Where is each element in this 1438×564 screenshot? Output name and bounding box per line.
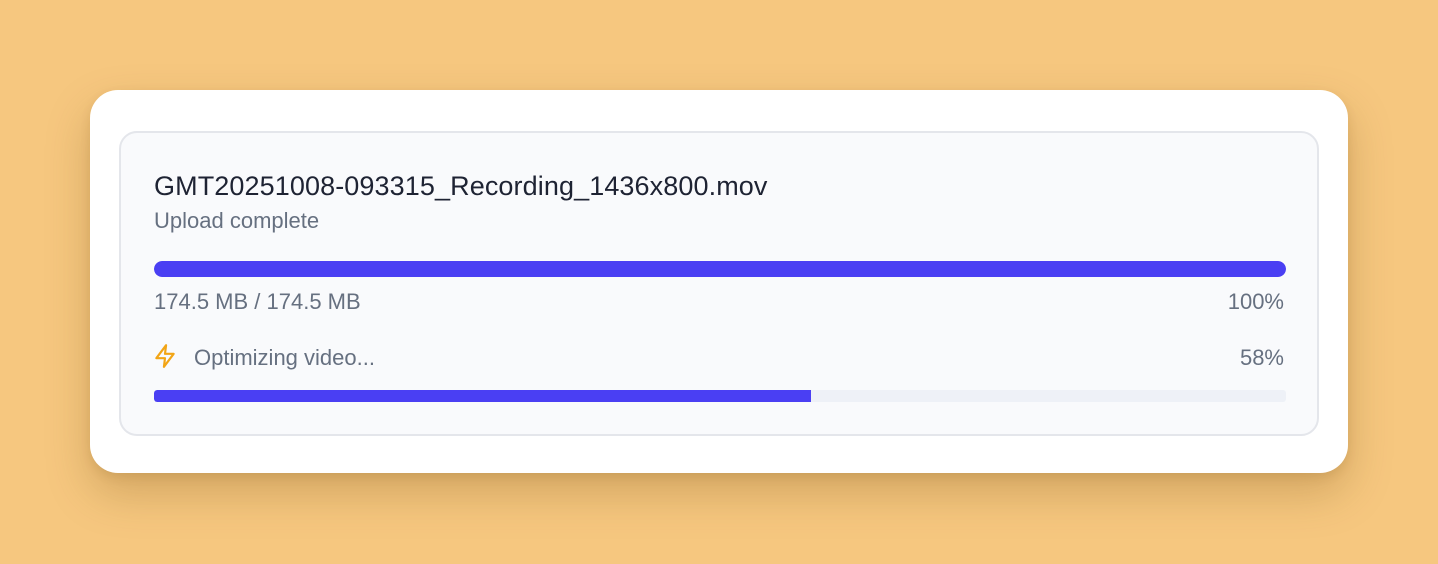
upload-size-text: 174.5 MB / 174.5 MB	[154, 289, 361, 314]
upload-card: GMT20251008-093315_Recording_1436x800.mo…	[119, 131, 1319, 436]
optimizing-progress-bar	[154, 390, 1286, 402]
upload-percent: 100%	[1227, 289, 1284, 314]
optimizing-progress-fill	[154, 390, 811, 402]
upload-progress-bar	[154, 261, 1286, 277]
file-name: GMT20251008-093315_Recording_1436x800.mo…	[154, 171, 768, 201]
optimizing-percent: 58%	[1239, 345, 1284, 370]
upload-window: GMT20251008-093315_Recording_1436x800.mo…	[90, 90, 1348, 473]
lightning-bolt-icon	[155, 344, 175, 368]
optimizing-label: Optimizing video...	[194, 345, 375, 370]
upload-progress-fill	[154, 261, 1286, 277]
upload-status: Upload complete	[154, 208, 320, 233]
